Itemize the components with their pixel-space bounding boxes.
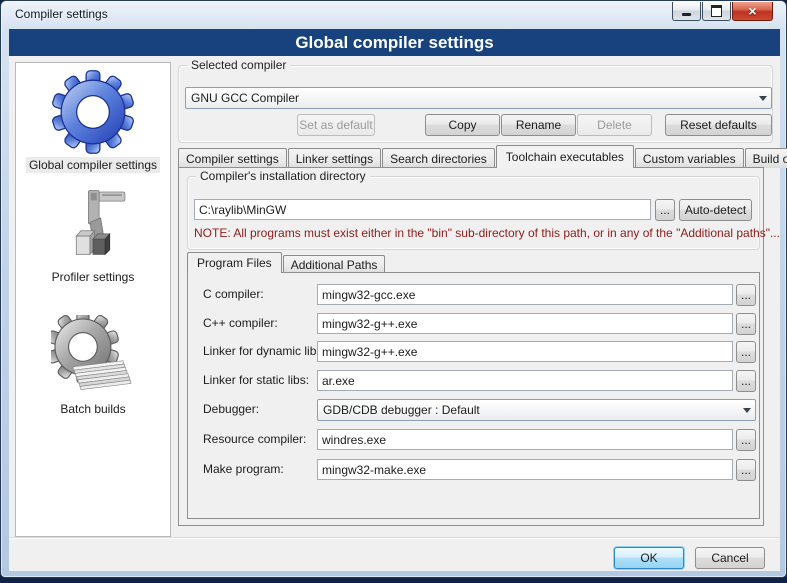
tab-custom-variables[interactable]: Custom variables xyxy=(635,148,744,168)
installation-directory-browse-button[interactable]: ... xyxy=(655,199,675,221)
maximize-button[interactable] xyxy=(702,2,731,21)
tab-build-options[interactable]: Build options xyxy=(745,148,787,168)
sidebar-item-label: Profiler settings xyxy=(49,269,138,285)
cpp-compiler-input[interactable] xyxy=(317,313,733,334)
compiler-select[interactable]: GNU GCC Compiler xyxy=(185,87,772,109)
debugger-select-value: GDB/CDB debugger : Default xyxy=(318,403,739,417)
cpp-compiler-browse-button[interactable]: ... xyxy=(736,313,756,335)
linker-static-input[interactable] xyxy=(317,370,733,391)
rename-button[interactable]: Rename xyxy=(501,114,576,136)
debugger-label: Debugger: xyxy=(203,402,259,416)
minimize-button[interactable] xyxy=(672,2,701,21)
chevron-down-icon xyxy=(739,403,755,417)
batch-gear-icon xyxy=(51,315,135,399)
settings-category-list: Global compiler settings Profiler sett xyxy=(15,62,171,537)
c-compiler-browse-button[interactable]: ... xyxy=(736,284,756,306)
compiler-select-value: GNU GCC Compiler xyxy=(186,91,755,105)
tab-compiler-settings[interactable]: Compiler settings xyxy=(178,148,287,168)
installation-note: NOTE: All programs must exist either in … xyxy=(194,226,780,240)
cpp-compiler-label: C++ compiler: xyxy=(203,316,278,330)
tab-toolchain-executables[interactable]: Toolchain executables xyxy=(496,145,634,168)
resource-compiler-label: Resource compiler: xyxy=(203,432,306,446)
footer-separator xyxy=(9,537,780,539)
copy-button[interactable]: Copy xyxy=(425,114,500,136)
resource-compiler-input[interactable] xyxy=(317,429,733,450)
cancel-button[interactable]: Cancel xyxy=(695,547,765,569)
make-program-input[interactable] xyxy=(317,459,733,480)
sidebar-item-profiler-settings[interactable]: Profiler settings xyxy=(16,187,170,285)
titlebar[interactable]: Compiler settings × xyxy=(1,1,786,27)
make-program-label: Make program: xyxy=(203,462,284,476)
ok-button[interactable]: OK xyxy=(614,547,684,569)
minimize-icon xyxy=(682,13,691,16)
caliper-icon xyxy=(55,187,131,267)
maximize-icon xyxy=(711,5,722,17)
linker-dynamic-input[interactable] xyxy=(317,341,733,362)
debugger-select[interactable]: GDB/CDB debugger : Default xyxy=(317,399,756,421)
close-icon: × xyxy=(748,4,756,18)
subtab-program-files[interactable]: Program Files xyxy=(187,252,282,273)
main-tabstrip: Compiler settings Linker settings Search… xyxy=(178,145,787,168)
program-files-panel xyxy=(187,272,760,519)
blue-gear-icon xyxy=(50,69,136,155)
tab-linker-settings[interactable]: Linker settings xyxy=(288,148,381,168)
linker-dynamic-browse-button[interactable]: ... xyxy=(736,341,756,363)
tab-search-directories[interactable]: Search directories xyxy=(382,148,495,168)
window-controls: × xyxy=(672,2,773,21)
chevron-down-icon xyxy=(755,91,771,105)
installation-directory-group-label: Compiler's installation directory xyxy=(196,169,370,183)
selected-compiler-group-label: Selected compiler xyxy=(187,58,290,72)
installation-directory-input[interactable] xyxy=(194,199,651,220)
sidebar-item-global-compiler-settings[interactable]: Global compiler settings xyxy=(16,69,170,173)
make-program-browse-button[interactable]: ... xyxy=(736,459,756,481)
auto-detect-button[interactable]: Auto-detect xyxy=(679,199,752,221)
window-title: Compiler settings xyxy=(15,7,108,21)
reset-defaults-button[interactable]: Reset defaults xyxy=(665,114,772,136)
c-compiler-label: C compiler: xyxy=(203,287,264,301)
delete-button[interactable]: Delete xyxy=(577,114,652,136)
linker-dynamic-label: Linker for dynamic libs: xyxy=(203,344,326,358)
linker-static-label: Linker for static libs: xyxy=(203,373,309,387)
sidebar-item-label: Batch builds xyxy=(57,401,128,417)
linker-static-browse-button[interactable]: ... xyxy=(736,370,756,392)
page-title: Global compiler settings xyxy=(295,33,493,53)
resource-compiler-browse-button[interactable]: ... xyxy=(736,429,756,451)
c-compiler-input[interactable] xyxy=(317,284,733,305)
close-button[interactable]: × xyxy=(732,2,773,21)
program-files-tabstrip: Program Files Additional Paths xyxy=(187,252,386,273)
set-as-default-button[interactable]: Set as default xyxy=(297,114,375,136)
subtab-additional-paths[interactable]: Additional Paths xyxy=(283,255,386,273)
page-title-banner: Global compiler settings xyxy=(9,29,780,56)
dialog-body: Global compiler settings Profiler sett xyxy=(9,56,780,571)
compiler-settings-window: Compiler settings × Global compiler sett… xyxy=(0,0,787,578)
sidebar-item-batch-builds[interactable]: Batch builds xyxy=(16,315,170,417)
sidebar-item-label: Global compiler settings xyxy=(26,157,160,173)
